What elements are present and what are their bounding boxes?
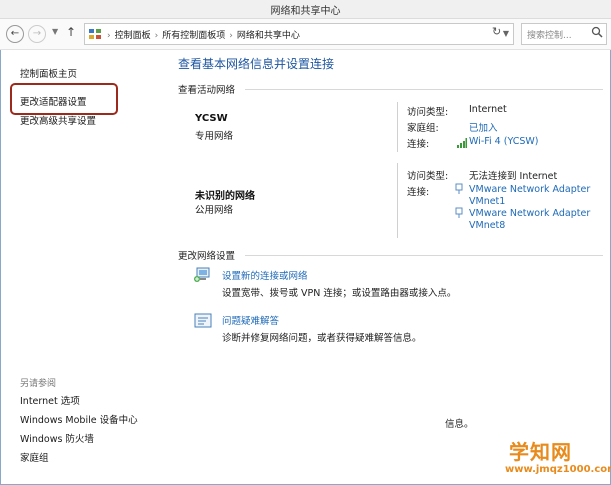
new-connection-icon (194, 267, 210, 282)
section-divider (245, 255, 603, 256)
search-input[interactable]: 搜索控制... (521, 23, 607, 45)
navigation-bar: ← → ▼ ↑ › 控制面板 › 所有控制面板项 › 网络和共享中心 ▼ ↻ 搜索控制..… (0, 19, 611, 50)
title-bar: 网络和共享中心 (0, 0, 611, 19)
breadcrumb-all-items[interactable]: 所有控制面板项 (162, 31, 225, 41)
address-dropdown-icon[interactable]: ▼ (503, 29, 509, 38)
breadcrumb-separator: › (107, 31, 111, 41)
breadcrumb: › 控制面板 › 所有控制面板项 › 网络和共享中心 (107, 28, 300, 41)
search-icon (591, 26, 603, 38)
vmnet1-name[interactable]: VMnet1 (469, 196, 505, 207)
troubleshoot-link[interactable]: 问题疑难解答 (222, 313, 279, 327)
network-divider (397, 102, 398, 152)
sidebar-item-change-advanced-sharing[interactable]: 更改高级共享设置 (20, 113, 96, 127)
watermark-logo-text: 学知网 (509, 440, 572, 464)
vmnet1-adapter-link[interactable]: VMware Network Adapter (469, 184, 590, 195)
troubleshoot-icon (194, 313, 212, 328)
network-adapter-icon (455, 207, 463, 218)
partial-text: 信息。 (445, 419, 474, 430)
connection-label: 连接: (407, 139, 430, 150)
control-panel-icon (89, 29, 101, 39)
breadcrumb-separator: › (229, 31, 233, 41)
see-also-homegroup[interactable]: 家庭组 (20, 450, 49, 464)
see-also-heading: 另请参阅 (20, 379, 57, 389)
page-title: 查看基本网络信息并设置连接 (178, 57, 335, 71)
connection-label: 连接: (407, 187, 430, 198)
breadcrumb-control-panel[interactable]: 控制面板 (115, 31, 151, 41)
network-name: YCSW (195, 113, 228, 124)
forward-button[interactable]: → (28, 25, 46, 43)
network-category: 专用网络 (195, 131, 234, 142)
access-type-value: 无法连接到 Internet (469, 171, 558, 182)
breadcrumb-network-center[interactable]: 网络和共享中心 (237, 31, 300, 41)
access-type-value: Internet (469, 104, 507, 115)
see-also-windows-firewall[interactable]: Windows 防火墙 (20, 431, 94, 445)
site-watermark: 学知网 www.jmqz1000.com (505, 436, 611, 480)
breadcrumb-separator: › (154, 31, 159, 41)
up-button[interactable]: ↑ (66, 25, 76, 39)
setup-new-connection-link[interactable]: 设置新的连接或网络 (222, 268, 308, 282)
change-settings-heading: 更改网络设置 (178, 251, 236, 262)
network-category: 公用网络 (195, 205, 234, 216)
see-also-windows-mobile-center[interactable]: Windows Mobile 设备中心 (20, 412, 138, 426)
vmnet8-name[interactable]: VMnet8 (469, 220, 505, 231)
wifi-signal-icon (457, 138, 467, 148)
address-bar[interactable]: › 控制面板 › 所有控制面板项 › 网络和共享中心 ▼ (84, 23, 514, 45)
setup-new-connection-description: 设置宽带、拨号或 VPN 连接；或设置路由器或接入点。 (222, 288, 457, 299)
homegroup-label: 家庭组: (407, 123, 439, 134)
network-adapter-icon (455, 183, 463, 194)
troubleshoot-description: 诊断并修复网络问题，或者获得疑难解答信息。 (222, 333, 422, 344)
watermark-url: www.jmqz1000.com (505, 464, 611, 475)
network-divider (397, 163, 398, 238)
homegroup-link[interactable]: 已加入 (469, 120, 498, 134)
window-title: 网络和共享中心 (270, 6, 341, 17)
access-type-label: 访问类型: (407, 171, 449, 182)
sidebar-item-change-adapter-settings[interactable]: 更改适配器设置 (20, 94, 87, 108)
recent-locations-dropdown-icon[interactable]: ▼ (52, 27, 58, 36)
active-networks-heading: 查看活动网络 (178, 85, 236, 96)
vmnet8-adapter-link[interactable]: VMware Network Adapter (469, 208, 590, 219)
access-type-label: 访问类型: (407, 107, 449, 118)
refresh-button[interactable]: ↻ (492, 25, 501, 38)
section-divider (245, 89, 603, 90)
sidebar-item-control-panel-home[interactable]: 控制面板主页 (20, 66, 77, 80)
wifi-connection-link[interactable]: Wi-Fi 4 (YCSW) (469, 136, 539, 147)
search-placeholder: 搜索控制... (527, 31, 572, 41)
network-name: 未识别的网络 (195, 191, 255, 202)
see-also-internet-options[interactable]: Internet 选项 (20, 393, 80, 407)
back-button[interactable]: ← (6, 25, 24, 43)
